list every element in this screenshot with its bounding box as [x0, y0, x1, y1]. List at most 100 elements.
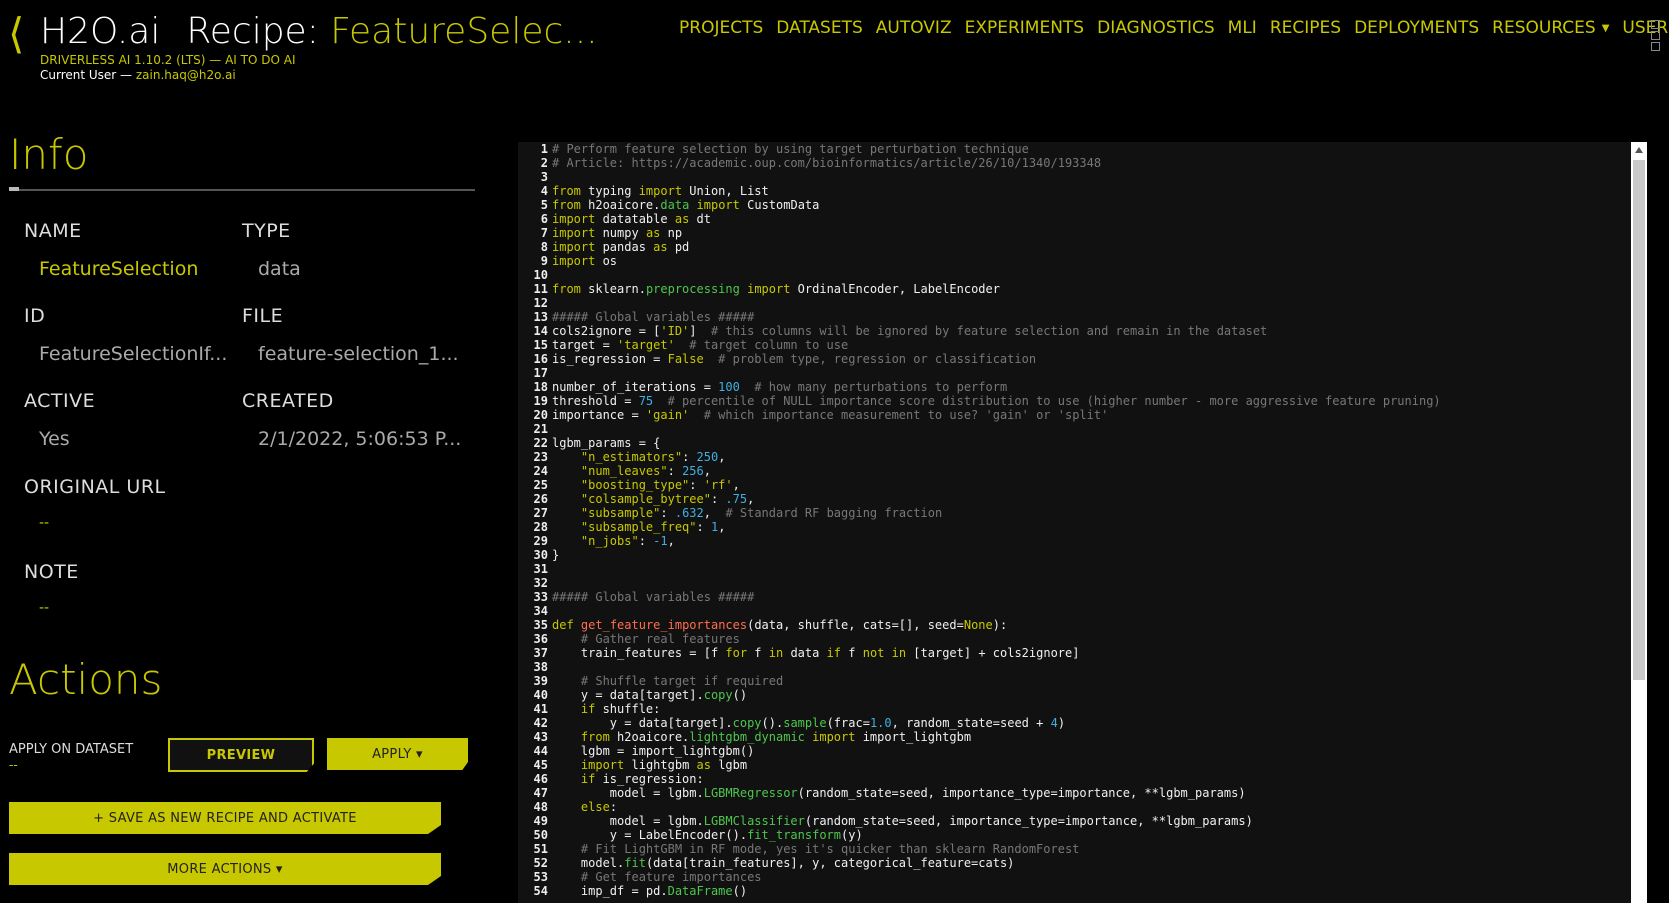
code-line: 40 y = data[target].copy() — [518, 688, 1647, 702]
line-number: 17 — [533, 366, 548, 380]
line-number: 6 — [540, 212, 548, 226]
code-line: 7 import numpy as np — [518, 226, 1647, 240]
recipe-name-title: FeatureSelec... — [330, 11, 598, 52]
line-number: 36 — [533, 632, 548, 646]
code-text: else: — [580, 800, 618, 814]
line-number: 47 — [533, 786, 548, 800]
code-line: 49 model = lgbm.LGBMClassifier(random_st… — [518, 814, 1647, 828]
editor-scrollbar[interactable] — [1631, 142, 1647, 903]
line-number: 9 — [540, 254, 548, 268]
code-line: 50 y = LabelEncoder().fit_transform(y) — [518, 828, 1647, 842]
file-label: FILE — [242, 305, 284, 327]
id-value: FeatureSelectionIf... — [39, 343, 228, 365]
more-actions-button[interactable]: MORE ACTIONS ▾ — [9, 853, 441, 885]
code-text: "boosting_type": 'rf', — [580, 478, 740, 492]
scrollbar-thumb[interactable] — [1633, 160, 1645, 680]
nav-recipes[interactable]: RECIPES — [1270, 18, 1341, 38]
line-number: 42 — [533, 716, 548, 730]
line-number: 44 — [533, 744, 548, 758]
line-number: 45 — [533, 758, 548, 772]
code-line: 54 imp_df = pd.DataFrame() — [518, 884, 1647, 898]
nav-datasets[interactable]: DATASETS — [776, 18, 863, 38]
code-text: model = lgbm.LGBMClassifier(random_state… — [552, 814, 1253, 828]
code-line: 22 lgbm_params = { — [518, 436, 1647, 450]
code-text: } — [552, 548, 560, 562]
created-value: 2/1/2022, 5:06:53 P... — [258, 428, 462, 450]
code-line: 41 if shuffle: — [518, 702, 1647, 716]
code-text: "num_leaves": 256, — [580, 464, 711, 478]
apply-button[interactable]: APPLY ▾ — [327, 738, 468, 770]
nav-projects[interactable]: PROJECTS — [679, 18, 763, 38]
code-text: from sklearn.preprocessing import Ordina… — [552, 282, 1000, 296]
line-number: 12 — [533, 296, 548, 310]
code-text: ##### Global variables ##### — [552, 590, 755, 604]
nav-autoviz[interactable]: AUTOVIZ — [876, 18, 952, 38]
line-number: 54 — [533, 884, 548, 898]
caret-down-icon: ▼ — [1601, 22, 1610, 34]
active-label: ACTIVE — [24, 390, 96, 412]
more-menu-icon[interactable] — [1651, 20, 1660, 53]
code-text: # Fit LightGBM in RF mode, yes it's quic… — [580, 842, 1080, 856]
code-text: from typing import Union, List — [552, 184, 769, 198]
nav-user[interactable]: USER▼ — [1622, 18, 1669, 38]
code-line: 15 target = 'target' # target column to u… — [518, 338, 1647, 352]
code-line: 17 — [518, 366, 1647, 380]
nav-diagnostics[interactable]: DIAGNOSTICS — [1097, 18, 1215, 38]
scroll-up-arrow-icon[interactable] — [1635, 147, 1643, 153]
type-value: data — [258, 258, 301, 280]
line-number: 19 — [533, 394, 548, 408]
code-text: model.fit(data[train_features], y, categ… — [552, 856, 1015, 870]
code-line: 3 — [518, 170, 1647, 184]
current-user-prefix: Current User — — [40, 68, 136, 82]
nav-deployments[interactable]: DEPLOYMENTS — [1354, 18, 1479, 38]
code-text: number_of_iterations = 100 # how many pe… — [552, 380, 1008, 394]
code-text: train_features = [f for f in data if f n… — [552, 646, 1080, 660]
code-text: is_regression = False # problem type, re… — [552, 352, 1037, 366]
code-line: 13 ##### Global variables ##### — [518, 310, 1647, 324]
name-label: NAME — [24, 220, 82, 242]
line-number: 53 — [533, 870, 548, 884]
line-number: 4 — [540, 184, 548, 198]
line-number: 10 — [533, 268, 548, 282]
code-line: 21 — [518, 422, 1647, 436]
code-line: 45 import lightgbm as lgbm — [518, 758, 1647, 772]
code-text: import lightgbm as lgbm — [580, 758, 748, 772]
code-line: 1 # Perform feature selection by using ta… — [518, 142, 1647, 156]
nav-experiments[interactable]: EXPERIMENTS — [965, 18, 1085, 38]
actions-heading: Actions — [9, 655, 163, 704]
code-line: 52 model.fit(data[train_features], y, ca… — [518, 856, 1647, 870]
code-text: lgbm_params = { — [552, 436, 661, 450]
line-number: 5 — [540, 198, 548, 212]
line-number: 16 — [533, 352, 548, 366]
line-number: 35 — [533, 618, 548, 632]
line-number: 18 — [533, 380, 548, 394]
code-line: 30} — [518, 548, 1647, 562]
back-icon[interactable]: ⟨ — [8, 10, 24, 58]
line-number: 22 — [533, 436, 548, 450]
created-label: CREATED — [242, 390, 334, 412]
preview-button[interactable]: PREVIEW — [168, 738, 314, 772]
note-label: NOTE — [24, 561, 79, 583]
save-as-new-recipe-button[interactable]: + SAVE AS NEW RECIPE AND ACTIVATE — [9, 802, 441, 834]
nav-mli[interactable]: MLI — [1228, 18, 1257, 38]
nav-resources[interactable]: RESOURCES ▼ — [1492, 18, 1609, 38]
code-line: 46 if is_regression: — [518, 772, 1647, 786]
code-line: 24 "num_leaves": 256, — [518, 464, 1647, 478]
code-text: y = data[target].copy().sample(frac=1.0,… — [552, 716, 1066, 730]
code-line: 19 threshold = 75 # percentile of NULL im… — [518, 394, 1647, 408]
code-line: 34 — [518, 604, 1647, 618]
code-text: import datatable as dt — [552, 212, 711, 226]
page-title: H2O.ai Recipe: FeatureSelec... — [40, 10, 598, 54]
code-line: 20 importance = 'gain' # which importance… — [518, 408, 1647, 422]
code-text: "n_estimators": 250, — [580, 450, 726, 464]
code-line: 31 — [518, 562, 1647, 576]
line-number: 26 — [533, 492, 548, 506]
user-email: zain.haq@h2o.ai — [135, 68, 236, 82]
code-line: 28 "subsample_freq": 1, — [518, 520, 1647, 534]
code-editor[interactable]: 1 # Perform feature selection by using ta… — [518, 142, 1647, 903]
current-user: Current User — zain.haq@h2o.ai — [40, 68, 236, 82]
line-number: 15 — [533, 338, 548, 352]
code-line: 48 else: — [518, 800, 1647, 814]
original-url-value: -- — [39, 515, 50, 531]
code-line: 23 "n_estimators": 250, — [518, 450, 1647, 464]
